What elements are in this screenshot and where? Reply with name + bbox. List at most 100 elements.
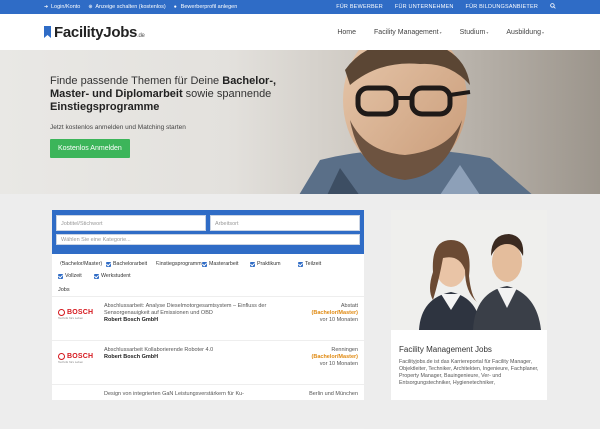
create-profile-link[interactable]: ● Bewerberprofil anlegen [174,4,238,10]
register-button[interactable]: Kostenlos Anmelden [50,139,130,158]
filter-label: (Bachelor/Master) [60,261,103,267]
audience-links: FÜR BEWERBER FÜR UNTERNEHMEN FÜR BILDUNG… [336,3,556,11]
filter-praktikum[interactable]: Praktikum [250,260,292,268]
job-listing[interactable]: Design von integrierten GaN Leistungsver… [52,385,364,429]
nav-facility-label: Facility Management [374,28,439,36]
job-title[interactable]: Design von integrierten GaN Leistungsver… [104,391,288,398]
hero-title-part1: Finde passende Themen für Deine [50,75,223,87]
nav-ausbildung-label: Ausbildung [506,28,541,36]
checkbox-checked-icon [58,273,63,279]
job-meta: Renningen (Bachelor/Master) vor 10 Monat… [288,347,358,368]
user-icon: ● [173,3,177,10]
checkbox-checked-icon [250,261,255,267]
hero-title-bold1: Bachelor-, [222,75,277,87]
for-companies-link[interactable]: FÜR UNTERNEHMEN [395,4,454,10]
site-header: FacilityJobs.de Home Facility Management… [0,14,600,50]
checkbox-checked-icon [94,273,99,279]
job-info: Abschlussarbeit Kollaborierende Roboter … [98,347,288,361]
logo-tagline: Technik fürs Leben [58,316,84,320]
job-info: Abschlussarbeit: Analyse Dieselmotorgesa… [98,303,288,324]
bosch-armature-icon [58,353,65,360]
create-profile-label: Bewerberprofil anlegen [180,4,238,10]
promo-card: Facility Management Jobs Facilityjobs.de… [391,210,547,400]
top-bar-links: ➜ Login/Konto ⊕ Anzeige schalten (kostenlo… [44,4,237,10]
filter-teilzeit[interactable]: Teilzeit [298,260,328,268]
main-nav: Home Facility Management ▾ Studium ▾ Ausbi… [337,29,544,36]
category-select[interactable]: Wählen Sie eine Kategorie... [56,234,360,245]
nav-ausbildung[interactable]: Ausbildung ▾ [506,29,544,36]
login-link[interactable]: ➜ Login/Konto [44,4,80,10]
filter-label: Bachelorarbeit [113,261,148,267]
site-logo[interactable]: FacilityJobs.de [44,24,145,41]
filter-label: Werkstudent [101,273,131,279]
job-type: (Bachelor/Master) [311,310,358,316]
job-type-filters: (Bachelor/Master) Bachelorarbeit Einstie… [52,254,364,280]
chevron-down-icon: ▾ [439,29,442,35]
job-meta: Berlin und München [288,391,358,398]
job-meta: Abstatt (Bachelor/Master) vor 10 Monaten [288,303,358,324]
job-title[interactable]: Abschlussarbeit Kollaborierende Roboter … [104,347,288,354]
logo-text: BOSCH [67,353,94,360]
bookmark-icon [44,26,51,38]
filter-label: Vollzeit [65,273,82,279]
company-logo: BOSCH Technik fürs Leben [58,309,98,320]
hero-title-bold2: Master- und Diplomarbeit [50,88,183,100]
post-ad-link[interactable]: ⊕ Anzeige schalten (kostenlos) [88,4,165,10]
filter-bachelor-master[interactable]: (Bachelor/Master) [58,260,103,268]
job-company: Robert Bosch GmbH [104,354,159,360]
bosch-logo: BOSCH [58,309,98,316]
promo-text: Facilityjobs.de ist das Karriereportal f… [399,359,539,386]
job-listing[interactable]: BOSCH Technik fürs Leben Abschlussarbeit… [52,341,364,385]
job-posted: vor 10 Monaten [319,317,358,323]
keyword-input[interactable]: Jobtitel/Stichwort [56,215,206,231]
filter-label: Teilzeit [305,261,322,267]
plus-icon: ⊕ [88,3,93,10]
chevron-down-icon: ▾ [541,29,544,35]
checkbox-checked-icon [106,261,111,267]
logo-text: FacilityJobs.de [54,24,145,41]
filter-label: Praktikum [257,261,281,267]
nav-studium-label: Studium [459,28,486,36]
nav-facility-management[interactable]: Facility Management ▾ [374,29,442,36]
hero-title: Finde passende Themen für Deine Bachelor… [50,75,310,114]
hero-title-bold3: Einstiegsprogramme [50,101,160,113]
bosch-logo: BOSCH [58,353,98,360]
checkbox-checked-icon [202,261,207,267]
location-input[interactable]: Arbeitsort [210,215,360,231]
promo-title: Facility Management Jobs [399,345,492,354]
hero-banner: Finde passende Themen für Deine Bachelor… [0,50,600,194]
nav-studium[interactable]: Studium ▾ [460,29,489,36]
nav-home-label: Home [337,28,357,36]
job-search-panel: Jobtitel/Stichwort Arbeitsort Wählen Sie… [52,210,364,429]
chevron-down-icon: ▾ [486,29,489,35]
job-location: Abstatt [340,303,358,309]
filter-label: Einstiegsprogramm [156,261,202,267]
job-listing[interactable]: BOSCH Technik fürs Leben Abschlussarbeit… [52,297,364,341]
job-title[interactable]: Abschlussarbeit: Analyse Dieselmotorgesa… [104,303,288,317]
search-icon[interactable] [550,3,556,11]
logo-suffix: .de [137,32,145,39]
search-row: Jobtitel/Stichwort Arbeitsort [56,215,360,231]
filter-label: Masterarbeit [209,261,239,267]
hero-subtitle: Jetzt kostenlos anmelden und Matching st… [50,124,186,131]
for-applicants-link[interactable]: FÜR BEWERBER [336,4,383,10]
search-form: Jobtitel/Stichwort Arbeitsort Wählen Sie… [52,210,364,254]
filter-einstiegsprogramm[interactable]: Einstiegsprogramm [154,260,202,268]
checkbox-checked-icon [298,261,303,267]
job-company: Robert Bosch GmbH [104,317,159,323]
job-posted: vor 10 Monaten [319,361,358,367]
top-bar: ➜ Login/Konto ⊕ Anzeige schalten (kostenlo… [0,0,600,14]
logo-text: BOSCH [67,309,94,316]
hero-text: Finde passende Themen für Deine Bachelor… [50,75,310,158]
job-info: Design von integrierten GaN Leistungsver… [98,391,288,398]
login-label: Login/Konto [51,4,81,10]
hero-title-part2: sowie spannende [182,88,272,100]
filter-werkstudent[interactable]: Werkstudent [94,272,136,280]
promo-photo-two-people [391,210,547,330]
filter-vollzeit[interactable]: Vollzeit [58,272,88,280]
bosch-armature-icon [58,309,65,316]
filter-bachelorarbeit[interactable]: Bachelorarbeit [106,260,148,268]
for-educators-link[interactable]: FÜR BILDUNGSANBIETER [466,4,538,10]
filter-masterarbeit[interactable]: Masterarbeit [202,260,244,268]
nav-home[interactable]: Home [337,29,356,36]
